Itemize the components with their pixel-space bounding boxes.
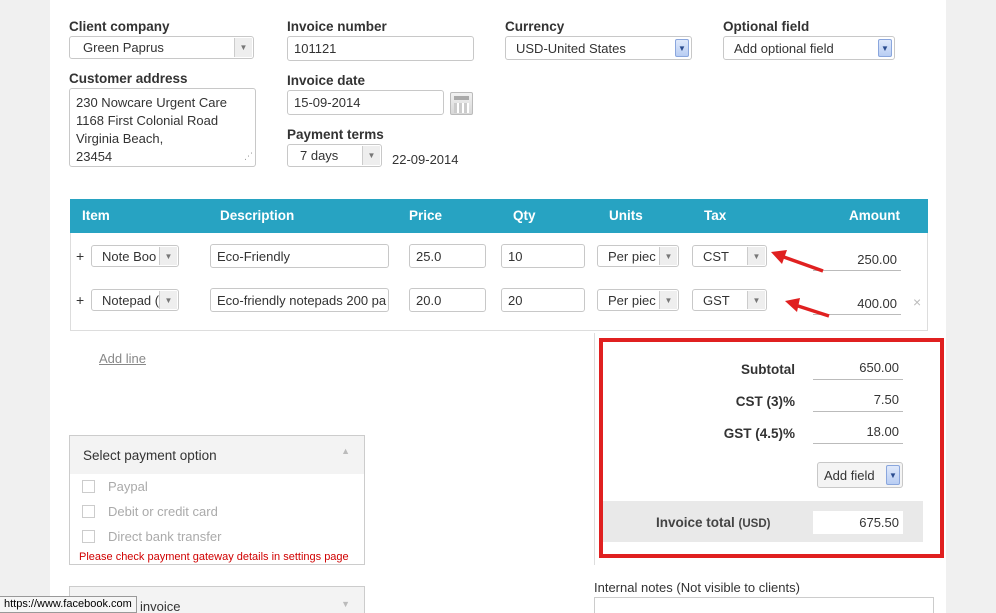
qty-value: 10 (508, 248, 523, 264)
chevron-down-icon: ▼ (659, 291, 677, 309)
units-value: Per piec (608, 292, 656, 308)
qty-value: 20 (508, 292, 523, 308)
invoice-number-value: 101121 (294, 41, 337, 56)
tax-value: CST (703, 248, 729, 264)
chevron-down-icon: ▼ (362, 146, 380, 165)
expand-row-icon[interactable]: + (76, 248, 84, 264)
chevron-down-icon: ▼ (341, 599, 350, 609)
price-input[interactable]: 20.0 (409, 288, 486, 312)
units-select[interactable]: Per piec ▼ (597, 289, 679, 311)
chevron-down-icon: ▼ (234, 38, 252, 57)
client-company-value: Green Paprus (83, 40, 164, 55)
payment-option-card[interactable]: Debit or credit card (82, 499, 364, 524)
description-value: Eco-friendly notepads 200 pa (217, 292, 387, 308)
chevron-down-icon: ▼ (675, 39, 689, 57)
invoice-options-title: invoice (140, 599, 181, 613)
customer-address-label: Customer address (69, 71, 188, 86)
resize-grip-icon[interactable]: ⋰ (244, 147, 253, 165)
qty-input[interactable]: 20 (501, 288, 585, 312)
item-column-header: Item (82, 208, 110, 223)
tax-select[interactable]: GST ▼ (692, 289, 767, 311)
remove-row-icon[interactable]: × (913, 294, 921, 310)
item-value: Note Boo (102, 248, 157, 264)
chevron-down-icon: ▼ (878, 39, 892, 57)
payment-option-label: Paypal (108, 479, 148, 494)
qty-input[interactable]: 10 (501, 244, 585, 268)
payment-options-title: Select payment option (83, 448, 217, 463)
item-select[interactable]: Notepad ( ▼ (91, 289, 179, 311)
payment-warning: Please check payment gateway details in … (79, 551, 349, 563)
chevron-down-icon: ▼ (159, 247, 177, 265)
payment-options-header[interactable]: Select payment option ▲ (70, 436, 364, 474)
checkbox[interactable] (82, 480, 95, 493)
annotation-arrow-line (794, 303, 830, 318)
payment-options-panel: Select payment option ▲ Paypal Debit or … (69, 435, 365, 565)
payment-option-paypal[interactable]: Paypal (82, 474, 364, 499)
qty-column-header: Qty (513, 208, 536, 223)
address-line: 1168 First Colonial Road (76, 113, 219, 128)
currency-select[interactable]: USD-United States ▼ (505, 36, 692, 60)
price-value: 25.0 (416, 248, 442, 264)
tax-select[interactable]: CST ▼ (692, 245, 767, 267)
description-value: Eco-Friendly (217, 248, 290, 264)
payment-option-label: Direct bank transfer (108, 529, 222, 544)
invoice-date-label: Invoice date (287, 73, 366, 88)
checkbox[interactable] (82, 530, 95, 543)
optional-field-value: Add optional field (734, 40, 834, 56)
chevron-down-icon: ▼ (747, 247, 765, 265)
due-date-text: 22-09-2014 (392, 152, 459, 167)
payment-terms-select[interactable]: 7 days ▼ (287, 144, 382, 167)
client-company-select[interactable]: Green Paprus ▼ (69, 36, 254, 59)
annotation-arrows (771, 250, 830, 318)
annotation-arrowhead (785, 298, 800, 312)
chevron-down-icon: ▼ (159, 291, 177, 309)
units-value: Per piec (608, 248, 656, 264)
price-input[interactable]: 25.0 (409, 244, 486, 268)
annotation-highlight-box (599, 338, 944, 558)
tax-value: GST (703, 292, 730, 308)
optional-field-select[interactable]: Add optional field ▼ (723, 36, 895, 60)
annotation-arrow-line (780, 254, 824, 273)
chevron-down-icon: ▼ (659, 247, 677, 265)
chevron-up-icon: ▲ (341, 446, 350, 456)
payment-terms-value: 7 days (300, 148, 339, 163)
price-column-header: Price (409, 208, 443, 223)
description-input[interactable]: Eco-friendly notepads 200 pa (210, 288, 389, 312)
calendar-icon[interactable] (450, 92, 473, 115)
invoice-number-input[interactable]: 101121 (287, 36, 474, 61)
expand-row-icon[interactable]: + (76, 292, 84, 308)
internal-notes-textarea[interactable] (594, 597, 934, 613)
units-select[interactable]: Per piec ▼ (597, 245, 679, 267)
invoice-editor-window: Client company Invoice number Currency O… (0, 0, 996, 613)
client-company-label: Client company (69, 19, 170, 34)
internal-notes-label: Internal notes (Not visible to clients) (594, 580, 800, 595)
item-value: Notepad ( (102, 292, 160, 308)
address-line: Virginia Beach, (76, 131, 164, 146)
invoice-date-value: 15-09-2014 (294, 95, 361, 110)
customer-address-textarea[interactable]: 230 Nowcare Urgent Care 1168 First Colon… (69, 88, 256, 167)
items-table-header: Item Description Price Qty Units Tax Amo… (70, 199, 928, 233)
payment-terms-label: Payment terms (287, 127, 384, 142)
item-select[interactable]: Note Boo ▼ (91, 245, 179, 267)
optional-field-label: Optional field (723, 19, 810, 34)
address-line: 230 Nowcare Urgent Care (76, 95, 228, 110)
invoice-number-label: Invoice number (287, 19, 387, 34)
invoice-date-input[interactable]: 15-09-2014 (287, 90, 444, 115)
tax-column-header: Tax (704, 208, 727, 223)
add-line-link[interactable]: Add line (99, 351, 146, 366)
price-value: 20.0 (416, 292, 442, 308)
chevron-down-icon: ▼ (747, 291, 765, 309)
amount-column-header: Amount (849, 208, 900, 223)
payment-option-bank[interactable]: Direct bank transfer (82, 524, 364, 549)
units-column-header: Units (609, 208, 643, 223)
payment-option-label: Debit or credit card (108, 504, 218, 519)
description-column-header: Description (220, 208, 295, 223)
currency-label: Currency (505, 19, 565, 34)
currency-value: USD-United States (516, 40, 626, 56)
description-input[interactable]: Eco-Friendly (210, 244, 389, 268)
status-bar-url: https://www.facebook.com (0, 596, 137, 613)
address-line: 23454 (76, 149, 113, 164)
checkbox[interactable] (82, 505, 95, 518)
